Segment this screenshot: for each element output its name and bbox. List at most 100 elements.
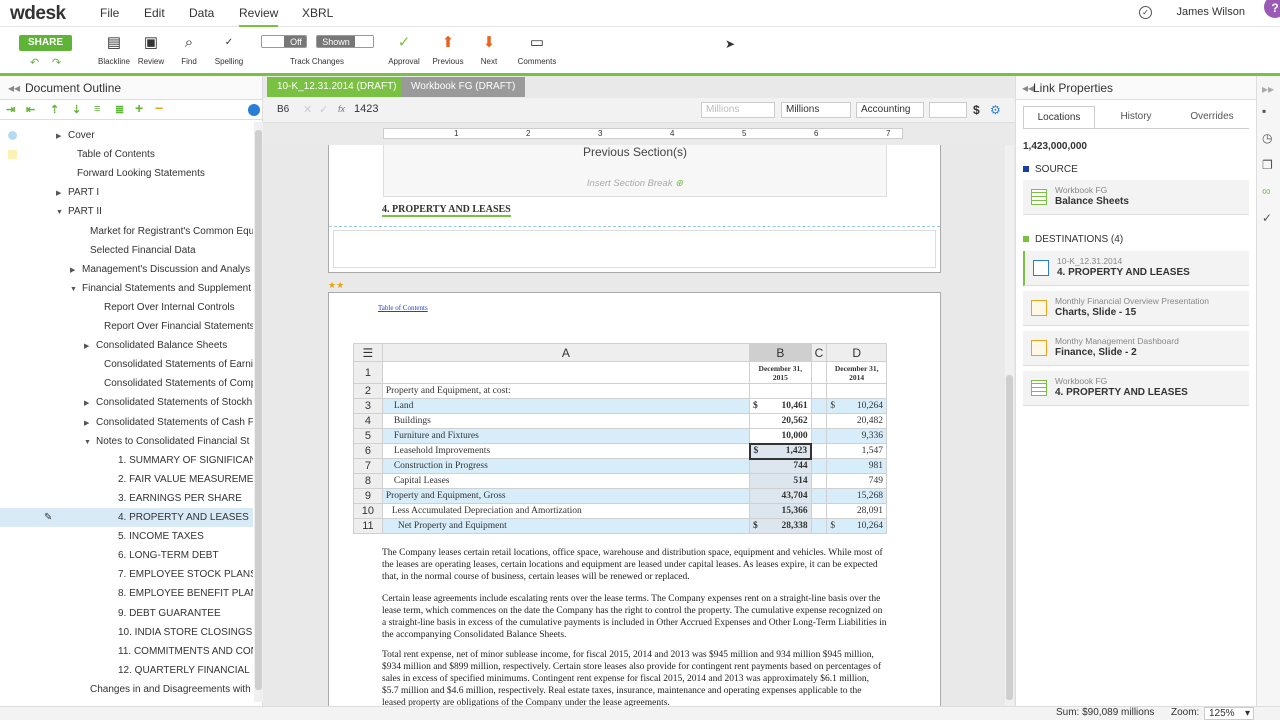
cell-b[interactable]: $1,423 [748, 442, 813, 460]
collapse-arrow-icon[interactable]: ▼ [70, 280, 82, 298]
source-card[interactable]: Workbook FG Balance Sheets [1023, 180, 1249, 215]
number-format-select[interactable]: Accounting [856, 102, 924, 118]
row-header[interactable]: 5 [353, 428, 383, 444]
cell-d[interactable]: $10,264 [826, 518, 887, 534]
tasks-check-icon[interactable]: ✓ [1139, 6, 1152, 19]
outline-item[interactable]: Market for Registrant's Common Equit [0, 222, 253, 241]
paragraph-3[interactable]: Total rent expense, net of minor subleas… [382, 649, 887, 706]
row-header[interactable]: 2 [353, 383, 383, 399]
accept-icon[interactable]: ✓ [319, 103, 328, 116]
cell-a[interactable]: Land [381, 398, 751, 414]
edit-pencil-icon[interactable]: ✎ [44, 508, 52, 527]
cell-c[interactable] [810, 413, 828, 429]
save-icon[interactable]: ▪ [1262, 104, 1266, 118]
cell-c[interactable] [810, 443, 828, 459]
expand-arrow-icon[interactable]: ▶ [56, 184, 68, 202]
cell-a[interactable]: Property and Equipment, at cost: [381, 383, 751, 399]
collapse-panel-icon[interactable]: ◂◂ [8, 76, 20, 100]
cell-b[interactable]: 43,704 [749, 488, 812, 504]
indent-icon[interactable]: ⇥ [6, 103, 15, 116]
cell-c[interactable] [810, 361, 828, 384]
cell-d[interactable]: 9,336 [826, 428, 887, 444]
tab-overrides[interactable]: Overrides [1176, 106, 1248, 128]
units-select[interactable]: Millions [781, 102, 851, 118]
outline-item[interactable]: 1. SUMMARY OF SIGNIFICANT [0, 451, 253, 470]
cell-b[interactable]: 744 [749, 458, 812, 474]
col-header-c[interactable]: C [810, 343, 828, 362]
cell-a[interactable]: Buildings [381, 413, 751, 429]
comments-button[interactable]: ▭ Comments [515, 33, 559, 66]
expand-arrow-icon[interactable]: ▶ [56, 127, 68, 145]
tab-history[interactable]: History [1100, 106, 1172, 128]
cell-b[interactable]: 20,562 [749, 413, 812, 429]
decimal-select[interactable] [929, 102, 967, 118]
outline-item[interactable]: 7. EMPLOYEE STOCK PLANS [0, 565, 253, 584]
collapse-arrow-icon[interactable]: ▼ [84, 433, 96, 451]
menu-edit[interactable]: Edit [144, 6, 165, 20]
row-header[interactable]: 8 [353, 473, 383, 489]
cell-a[interactable]: Less Accumulated Depreciation and Amorti… [381, 503, 751, 519]
cell-d[interactable]: 15,268 [826, 488, 887, 504]
history-icon[interactable]: ◷ [1262, 131, 1272, 145]
spelling-button[interactable]: ✓ Spelling [212, 33, 246, 66]
cell-b[interactable]: 15,366 [749, 503, 812, 519]
blackline-button[interactable]: ▤ Blackline [97, 33, 131, 66]
next-button[interactable]: ⬇ Next [474, 33, 504, 66]
outline-item[interactable]: ▶ Consolidated Statements of Cash F [0, 413, 253, 432]
review-button[interactable]: ▣ Review [136, 33, 166, 66]
outline-item[interactable]: Selected Financial Data [0, 241, 253, 260]
outline-item[interactable]: ▶ Management's Discussion and Analys [0, 260, 253, 279]
outline-item[interactable]: Changes in and Disagreements with A [0, 680, 253, 699]
expand-arrow-icon[interactable]: ▶ [84, 337, 96, 355]
destination-card[interactable]: Monthly Financial Overview Presentation … [1023, 291, 1249, 326]
outdent-icon[interactable]: ⇤ [26, 103, 35, 116]
outline-item[interactable]: ▼ Notes to Consolidated Financial St [0, 432, 253, 451]
cell-b[interactable]: 514 [749, 473, 812, 489]
help-icon[interactable]: ? [1264, 0, 1280, 18]
cell-c[interactable] [810, 503, 828, 519]
cell-c[interactable] [810, 518, 828, 534]
cell-b[interactable]: $28,338 [749, 518, 812, 534]
collapse-all-icon[interactable]: ≡ [94, 103, 100, 115]
user-name[interactable]: James Wilson [1177, 6, 1245, 18]
expand-arrow-icon[interactable]: ▶ [84, 394, 96, 412]
menu-review[interactable]: Review [239, 6, 279, 27]
tab-locations[interactable]: Locations [1023, 106, 1095, 128]
cell-c[interactable] [810, 383, 828, 399]
col-header-d[interactable]: D [826, 343, 887, 362]
outline-item[interactable]: 8. EMPLOYEE BENEFIT PLAN [0, 584, 253, 603]
track-changes-toggle[interactable]: Off [261, 35, 307, 48]
expand-arrow-icon[interactable]: ▶ [70, 261, 82, 279]
outline-item[interactable]: 6. LONG-TERM DEBT [0, 546, 253, 565]
row-header[interactable]: 6 [353, 443, 383, 459]
cell-a[interactable]: Capital Leases [381, 473, 751, 489]
zoom-select[interactable]: 125% ▾ [1204, 707, 1254, 720]
outline-settings-icon[interactable] [248, 104, 260, 116]
cell-c[interactable] [810, 473, 828, 489]
cell-d[interactable]: 749 [826, 473, 887, 489]
expand-all-icon[interactable]: ≣ [115, 103, 124, 116]
row-header[interactable]: 4 [353, 413, 383, 429]
outline-item[interactable]: Forward Looking Statements [0, 164, 253, 183]
menu-xbrl[interactable]: XBRL [302, 6, 333, 20]
table-corner-handle[interactable]: ☰ [353, 343, 383, 362]
row-header[interactable]: 11 [353, 518, 383, 534]
outline-item[interactable]: Report Over Internal Controls [0, 298, 253, 317]
outline-item[interactable]: 11. COMMITMENTS AND CON [0, 642, 253, 661]
previous-button[interactable]: ⬆ Previous [430, 33, 466, 66]
paragraph-1[interactable]: The Company leases certain retail locati… [382, 547, 887, 583]
outline-item[interactable]: 10. INDIA STORE CLOSINGS [0, 623, 253, 642]
cell-d[interactable]: 1,547 [826, 443, 887, 459]
format-settings-icon[interactable]: ⚙ [990, 103, 1001, 117]
shown-toggle[interactable]: Shown [316, 35, 374, 48]
row-header[interactable]: 10 [353, 503, 383, 519]
ruler-scale[interactable]: 1 2 3 4 5 6 7 [383, 128, 903, 139]
move-down-icon[interactable]: ⇣ [72, 103, 81, 116]
menu-data[interactable]: Data [189, 6, 214, 20]
outline-scrollbar[interactable] [254, 122, 263, 702]
move-up-icon[interactable]: ⇡ [50, 103, 59, 116]
section-heading[interactable]: 4. PROPERTY AND LEASES [382, 204, 511, 217]
row-header[interactable]: 7 [353, 458, 383, 474]
cell-a[interactable]: Net Property and Equipment [381, 518, 751, 534]
undo-icon[interactable]: ↶ [30, 56, 39, 69]
